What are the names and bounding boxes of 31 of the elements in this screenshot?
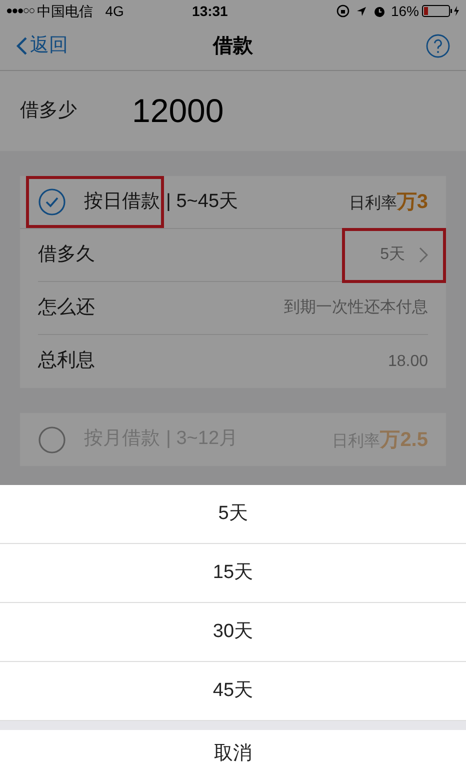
location-arrow-icon: [356, 6, 367, 16]
rate-value: 万3: [396, 190, 428, 215]
plan-range: | 5~45天: [166, 190, 238, 214]
page-title: 借款: [213, 35, 253, 57]
signal-indicator: ●●●○○: [6, 4, 34, 19]
rate-value: 万2.5: [380, 428, 428, 452]
plan-name: 按日借款: [84, 190, 160, 214]
status-time: 13:31: [191, 2, 229, 20]
radio-checked-icon[interactable]: [38, 188, 66, 216]
row-value: 18.00: [388, 352, 428, 372]
sheet-option[interactable]: 30天: [0, 603, 466, 662]
sheet-option[interactable]: 45天: [0, 662, 466, 721]
row-value: 到期一次性还本付息: [284, 298, 428, 318]
help-icon[interactable]: [426, 34, 450, 58]
row-label: 借多久: [38, 242, 95, 267]
rate-label: 日利率: [348, 194, 397, 214]
row-label: 怎么还: [38, 296, 95, 320]
alarm-clock-icon: [372, 4, 386, 18]
cancel-button[interactable]: 取消: [0, 730, 466, 778]
sheet-option[interactable]: 5天: [0, 485, 466, 544]
network-type: 4G: [105, 2, 124, 20]
amount-label: 借多少: [20, 98, 78, 123]
battery-percent: 16%: [390, 2, 419, 20]
amount-value: 12000: [132, 91, 224, 132]
sheet-option[interactable]: 15天: [0, 544, 466, 603]
row-label: 总利息: [38, 349, 95, 374]
carrier-name: 中国电信: [37, 2, 94, 20]
radio-icon[interactable]: [38, 426, 66, 454]
battery-icon: [422, 5, 460, 17]
chevron-left-icon[interactable]: [16, 36, 28, 56]
chevron-right-icon[interactable]: [419, 247, 428, 263]
